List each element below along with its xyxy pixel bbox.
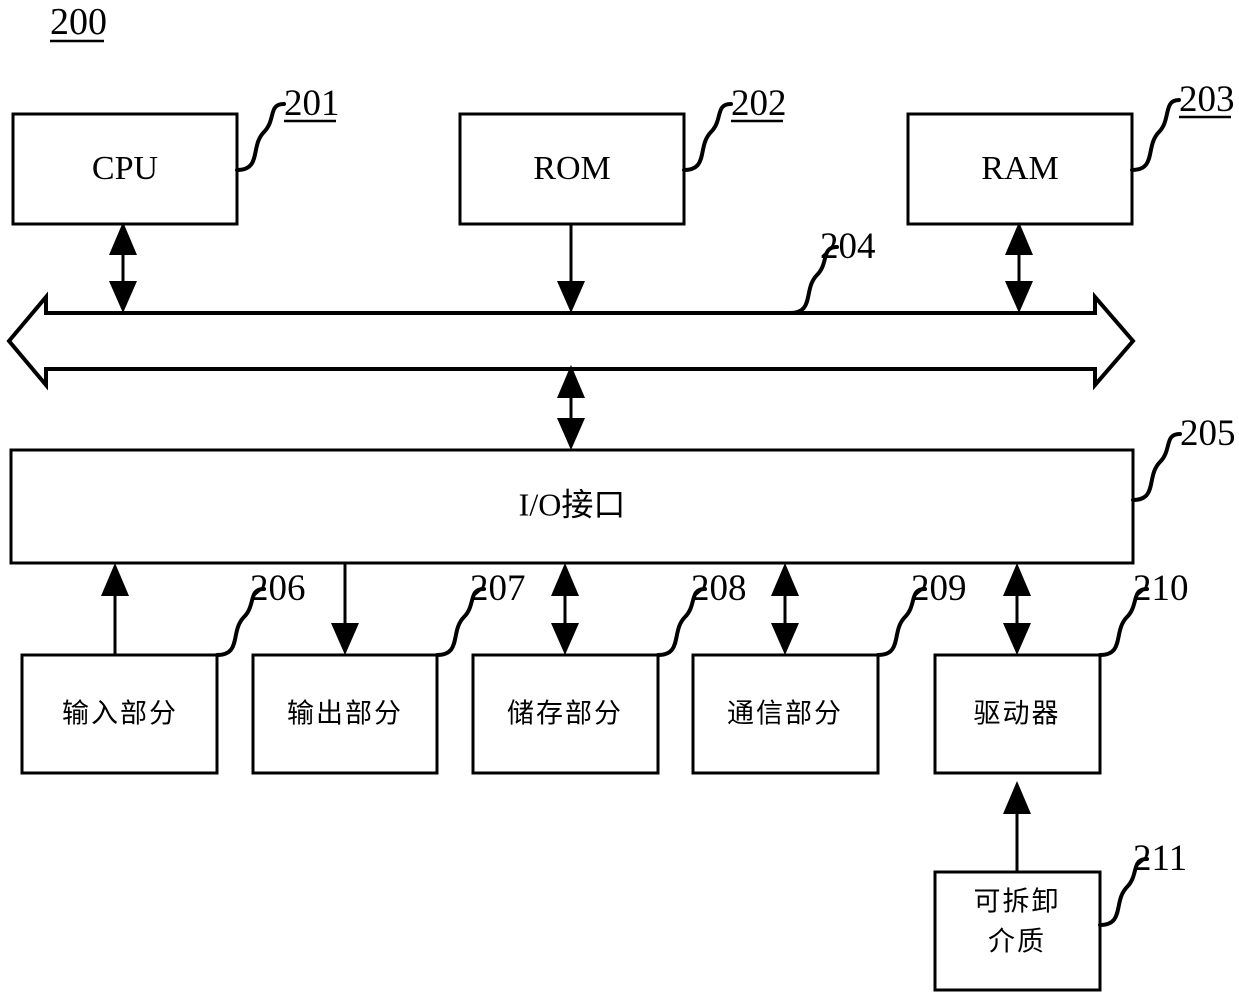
bus-leader: 204 bbox=[788, 226, 876, 315]
cpu-label: CPU bbox=[92, 150, 158, 187]
removable-media-label-line2: 介质 bbox=[988, 927, 1046, 958]
rom-ref-number: 202 bbox=[731, 83, 787, 124]
communication-part-ref-number: 209 bbox=[911, 568, 967, 609]
connector-storage-io bbox=[551, 563, 579, 655]
figure-title-text: 200 bbox=[50, 1, 107, 43]
connector-input-io bbox=[101, 563, 129, 655]
driver-ref-number: 210 bbox=[1133, 568, 1189, 609]
input-part-ref-number: 206 bbox=[250, 568, 306, 609]
output-part-leader: 207 bbox=[435, 568, 526, 657]
driver-block[interactable]: 驱动器 bbox=[933, 653, 1102, 775]
bus-ref-number: 204 bbox=[820, 226, 876, 267]
ram-block[interactable]: RAM bbox=[906, 112, 1134, 226]
connector-io-output bbox=[331, 563, 359, 655]
figure-canvas: 200 CPU 201 ROM 202 RAM 203 204 I/O接口 20… bbox=[0, 0, 1239, 998]
removable-media-block[interactable]: 可拆卸 介质 bbox=[933, 870, 1102, 992]
cpu-leader: 201 bbox=[235, 83, 340, 172]
connector-removable-media-driver bbox=[1003, 781, 1031, 872]
storage-part-block[interactable]: 储存部分 bbox=[471, 653, 660, 775]
ram-ref-number: 203 bbox=[1179, 79, 1235, 120]
input-part-label: 输入部分 bbox=[62, 699, 178, 730]
connector-driver-io bbox=[1003, 563, 1031, 655]
cpu-block[interactable]: CPU bbox=[11, 112, 239, 226]
removable-media-leader: 211 bbox=[1098, 838, 1187, 927]
ram-leader: 203 bbox=[1130, 79, 1235, 172]
io-interface-leader: 205 bbox=[1131, 413, 1236, 502]
driver-leader: 210 bbox=[1098, 568, 1189, 657]
input-part-leader: 206 bbox=[215, 568, 306, 657]
storage-part-label: 储存部分 bbox=[507, 699, 623, 730]
io-interface-block[interactable]: I/O接口 bbox=[9, 448, 1135, 565]
io-interface-label: I/O接口 bbox=[519, 486, 626, 522]
storage-part-ref-number: 208 bbox=[691, 568, 747, 609]
input-part-block[interactable]: 输入部分 bbox=[20, 653, 219, 775]
ram-label: RAM bbox=[981, 150, 1058, 187]
connector-cpu-bus bbox=[109, 222, 137, 313]
output-part-label: 输出部分 bbox=[287, 699, 403, 730]
communication-part-leader: 209 bbox=[876, 568, 967, 657]
communication-part-label: 通信部分 bbox=[727, 699, 843, 730]
driver-label: 驱动器 bbox=[974, 699, 1061, 730]
connector-bus-io bbox=[557, 365, 585, 450]
io-interface-ref-number: 205 bbox=[1180, 413, 1236, 454]
storage-part-leader: 208 bbox=[656, 568, 747, 657]
rom-label: ROM bbox=[533, 150, 610, 187]
output-part-block[interactable]: 输出部分 bbox=[251, 653, 439, 775]
figure-title: 200 bbox=[50, 1, 107, 43]
rom-block[interactable]: ROM bbox=[458, 112, 686, 226]
rom-leader: 202 bbox=[682, 83, 787, 172]
output-part-ref-number: 207 bbox=[470, 568, 526, 609]
communication-part-block[interactable]: 通信部分 bbox=[691, 653, 880, 775]
removable-media-label-line1: 可拆卸 bbox=[974, 887, 1061, 918]
connector-rom-bus bbox=[557, 224, 585, 313]
system-architecture-diagram: 200 CPU 201 ROM 202 RAM 203 204 I/O接口 20… bbox=[6, 1, 1236, 992]
connector-communication-io bbox=[771, 563, 799, 655]
connector-ram-bus bbox=[1005, 222, 1033, 313]
cpu-ref-number: 201 bbox=[284, 83, 340, 124]
removable-media-ref-number: 211 bbox=[1133, 838, 1187, 879]
